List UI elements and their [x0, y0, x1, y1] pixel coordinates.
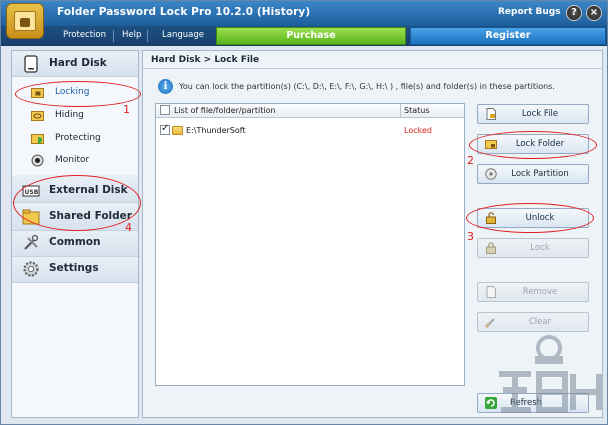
window-title: Folder Password Lock Pro 10.2.0 (History…	[57, 6, 311, 18]
table-row[interactable]: E:\ThunderSoft Locked	[156, 123, 464, 138]
app-logo-icon	[6, 3, 44, 39]
select-all-checkbox[interactable]	[160, 105, 170, 115]
menu-bar: Protection Help Language Purchase Regist…	[1, 26, 607, 46]
info-text: You can lock the partition(s) (C:\, D:\,…	[179, 82, 555, 91]
menu-help[interactable]: Help	[122, 30, 141, 40]
annotation-ellipse-disks	[13, 175, 141, 231]
row-status: Locked	[404, 126, 432, 135]
folder-shield-icon	[31, 134, 44, 144]
column-header-status[interactable]: Status	[404, 106, 430, 115]
sidebar-hard-disk[interactable]: Hard Disk	[12, 52, 138, 76]
menu-language[interactable]: Language	[162, 30, 204, 40]
row-path: E:\ThunderSoft	[186, 126, 246, 135]
annotation-ellipse-unlock	[466, 203, 594, 233]
sidebar-item-protecting[interactable]: Protecting	[12, 129, 138, 149]
close-icon[interactable]: ×	[586, 5, 602, 21]
tools-icon	[24, 234, 39, 250]
annotation-number-1: 1	[123, 103, 130, 116]
column-header-path[interactable]: List of file/folder/partition	[174, 106, 276, 115]
help-icon[interactable]: ?	[566, 5, 582, 21]
sidebar-common[interactable]: Common	[12, 231, 138, 255]
sidebar-item-monitor[interactable]: Monitor	[12, 151, 138, 171]
remove-button[interactable]: Remove	[477, 282, 589, 302]
menu-protection[interactable]: Protection	[63, 30, 106, 40]
annotation-number-4: 4	[125, 221, 132, 234]
monitor-icon	[31, 154, 44, 167]
row-checkbox[interactable]	[160, 123, 170, 135]
lock-file-button[interactable]: Lock File	[477, 104, 589, 124]
annotation-ellipse-lock-folder	[469, 131, 597, 159]
folder-hide-icon	[31, 111, 44, 121]
sidebar-settings[interactable]: Settings	[12, 257, 138, 281]
file-list[interactable]: List of file/folder/partition Status E:\…	[155, 103, 465, 386]
breadcrumb: Hard Disk > Lock File	[151, 55, 260, 65]
purchase-button[interactable]: Purchase	[216, 27, 406, 45]
gear-icon	[23, 261, 39, 277]
register-button[interactable]: Register	[410, 27, 606, 45]
annotation-number-3: 3	[467, 230, 474, 243]
title-bar[interactable]: Folder Password Lock Pro 10.2.0 (History…	[1, 1, 607, 26]
report-bugs-link[interactable]: Report Bugs	[498, 7, 561, 17]
sidebar-item-hiding[interactable]: Hiding	[12, 106, 138, 126]
lock-partition-button[interactable]: Lock Partition	[477, 164, 589, 184]
watermark-logo	[499, 335, 602, 413]
info-icon: i	[158, 79, 173, 94]
annotation-number-2: 2	[467, 154, 474, 167]
lock-button[interactable]: Lock	[477, 238, 589, 258]
app-window: Folder Password Lock Pro 10.2.0 (History…	[0, 0, 608, 425]
file-list-header: List of file/folder/partition Status	[156, 104, 464, 118]
folder-icon	[172, 126, 183, 135]
hard-disk-icon	[24, 55, 38, 73]
